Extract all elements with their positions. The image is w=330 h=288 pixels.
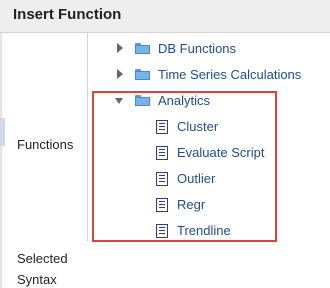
function-document-icon: [156, 172, 168, 186]
tree-item-evaluate-script[interactable]: Evaluate Script: [88, 143, 268, 163]
expand-arrow-icon[interactable]: [117, 43, 123, 53]
tree-item-outlier[interactable]: Outlier: [88, 169, 268, 189]
dialog-title-bar[interactable]: Insert Function: [0, 0, 330, 33]
tree-item-label: Trendline: [177, 223, 231, 238]
tree-item-label: Regr: [177, 197, 206, 212]
functions-label: Functions: [17, 137, 74, 152]
folder-icon: [135, 69, 150, 80]
tree-item-db-functions[interactable]: DB Functions: [88, 39, 328, 59]
collapse-arrow-icon[interactable]: [115, 98, 123, 104]
tree-item-trendline[interactable]: Trendline: [88, 221, 268, 241]
folder-icon: [135, 95, 150, 106]
function-document-icon: [156, 120, 168, 134]
syntax-label: Syntax: [17, 272, 57, 287]
tree-item-time-series-calculations[interactable]: Time Series Calculations: [88, 65, 328, 85]
dialog-title: Insert Function: [13, 6, 122, 23]
tree-item-analytics[interactable]: Analytics: [88, 91, 278, 111]
selected-label: Selected: [17, 251, 68, 266]
tree-item-label: DB Functions: [158, 41, 237, 56]
function-document-icon: [156, 198, 168, 212]
insert-function-dialog: Insert Function Functions Selected Synta…: [0, 0, 330, 288]
tree-item-label: Time Series Calculations: [158, 67, 302, 82]
scroll-indicator: [0, 118, 5, 146]
tree-item-label: Cluster: [177, 119, 219, 134]
tree-item-regr[interactable]: Regr: [88, 195, 268, 215]
tree-item-label: Analytics: [158, 93, 211, 108]
folder-icon: [135, 43, 150, 54]
functions-tree[interactable]: DB Functions Time Series Calculations An…: [87, 33, 330, 241]
expand-arrow-icon[interactable]: [117, 69, 123, 79]
tree-item-cluster[interactable]: Cluster: [88, 117, 268, 137]
tree-item-label: Evaluate Script: [177, 145, 265, 160]
function-document-icon: [156, 146, 168, 160]
function-document-icon: [156, 224, 168, 238]
tree-item-label: Outlier: [177, 171, 216, 186]
panel-divider: [0, 33, 2, 288]
